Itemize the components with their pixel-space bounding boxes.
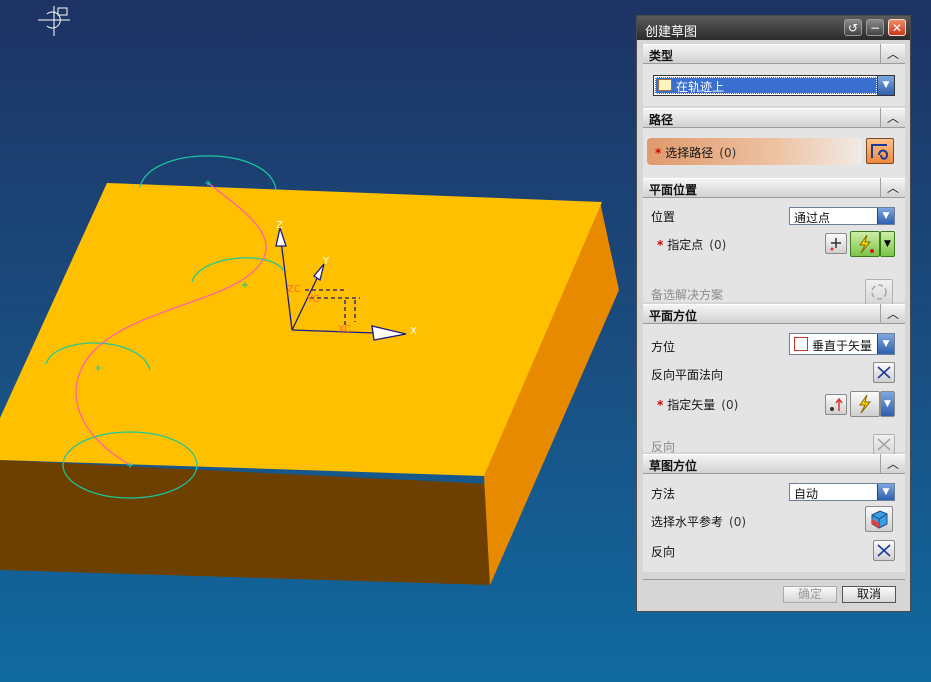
horizontal-ref-button[interactable] bbox=[865, 506, 893, 532]
reverse-vector-label: 反向 bbox=[651, 440, 676, 454]
create-sketch-dialog: 创建草图 ↺ − ✕ 类型 ︿ 在轨迹上 ▼ 路径 ︿ * 选择路径 (0) 平面位… bbox=[636, 15, 911, 612]
select-horizontal-ref-label: 选择水平参考 (0) bbox=[651, 515, 747, 529]
chevron-down-icon[interactable]: ▼ bbox=[877, 76, 894, 95]
reverse-normal-label: 反向平面法向 bbox=[651, 368, 724, 382]
y-axis-label: Y bbox=[322, 256, 330, 267]
normal-to-vector-icon bbox=[794, 337, 808, 351]
xc-axis-label: XC bbox=[338, 324, 351, 335]
collapse-icon[interactable]: ︿ bbox=[880, 304, 905, 324]
direction-label: 方位 bbox=[651, 340, 676, 354]
view-triad-icon bbox=[38, 6, 70, 36]
direction-dropdown[interactable]: 垂直于矢量 ▼ bbox=[789, 333, 895, 355]
dialog-titlebar: 创建草图 ↺ − ✕ bbox=[637, 16, 910, 40]
vector-type-dropdown[interactable]: ▼ bbox=[880, 391, 895, 417]
reverse-direction-icon bbox=[877, 366, 891, 379]
section-type-body: 在轨迹上 ▼ bbox=[643, 64, 905, 106]
reverse-direction-icon bbox=[877, 544, 891, 557]
collapse-icon[interactable]: ︿ bbox=[880, 454, 905, 474]
reverse-vector-button[interactable] bbox=[873, 434, 895, 455]
reverse-normal-button[interactable] bbox=[873, 362, 895, 383]
section-sketch-orientation-label: 草图方位 bbox=[649, 459, 698, 473]
direction-value: 垂直于矢量 bbox=[812, 339, 873, 353]
alternate-solution-button[interactable] bbox=[865, 279, 893, 305]
section-plane-position-header[interactable]: 平面位置 ︿ bbox=[643, 178, 905, 198]
section-type-header[interactable]: 类型 ︿ bbox=[643, 44, 905, 64]
minimize-button[interactable]: − bbox=[866, 19, 884, 36]
section-type-label: 类型 bbox=[649, 49, 674, 63]
block-front-face bbox=[0, 460, 490, 585]
section-plane-position-body: 位置 通过点 ▼ * 指定点 (0) ▼ 备选解决方案 bbox=[643, 198, 905, 305]
yc-axis-label: YC bbox=[306, 294, 320, 305]
select-path-label: * 选择路径 (0) bbox=[655, 146, 737, 160]
vector-constructor-icon bbox=[830, 397, 843, 411]
sketch-type-icon bbox=[658, 79, 672, 91]
position-dropdown[interactable]: 通过点 ▼ bbox=[789, 207, 895, 225]
ok-button[interactable]: 确定 bbox=[783, 586, 837, 603]
chevron-down-icon[interactable]: ▼ bbox=[877, 334, 894, 354]
inferred-point-button[interactable] bbox=[850, 231, 880, 257]
position-label: 位置 bbox=[651, 210, 676, 224]
collapse-icon[interactable]: ︿ bbox=[880, 178, 905, 198]
method-label: 方法 bbox=[651, 487, 676, 501]
zc-axis-label: ZC bbox=[287, 284, 301, 295]
reverse-sketch-label: 反向 bbox=[651, 545, 676, 559]
reverse-direction-icon bbox=[877, 438, 891, 451]
point-dialog-button[interactable] bbox=[825, 233, 847, 254]
specify-vector-label: * 指定矢量 (0) bbox=[657, 398, 739, 412]
section-sketch-orientation-header[interactable]: 草图方位 ︿ bbox=[643, 454, 905, 474]
inferred-vector-button[interactable] bbox=[850, 391, 880, 417]
specify-point-label: * 指定点 (0) bbox=[657, 238, 727, 252]
lightning-icon bbox=[859, 394, 872, 414]
dialog-title: 创建草图 bbox=[645, 25, 698, 40]
collapse-icon[interactable]: ︿ bbox=[880, 108, 905, 128]
section-sketch-orientation-body: 方法 自动 ▼ 选择水平参考 (0) 反向 bbox=[643, 474, 905, 572]
section-plane-orientation-label: 平面方位 bbox=[649, 309, 698, 323]
type-dropdown[interactable]: 在轨迹上 ▼ bbox=[653, 75, 895, 96]
lightning-icon bbox=[859, 234, 874, 254]
select-path-row[interactable]: * 选择路径 (0) bbox=[647, 138, 862, 165]
vector-dialog-button[interactable] bbox=[825, 394, 847, 415]
cycle-icon bbox=[871, 284, 887, 300]
type-value: 在轨迹上 bbox=[676, 80, 725, 94]
method-value: 自动 bbox=[794, 487, 819, 501]
point-type-dropdown[interactable]: ▼ bbox=[880, 231, 895, 257]
collapse-icon[interactable]: ︿ bbox=[880, 44, 905, 64]
reverse-sketch-button[interactable] bbox=[873, 540, 895, 561]
dialog-footer: 确定 取消 bbox=[643, 579, 905, 608]
reset-button[interactable]: ↺ bbox=[844, 19, 862, 36]
method-dropdown[interactable]: 自动 ▼ bbox=[789, 483, 895, 501]
section-path-header[interactable]: 路径 ︿ bbox=[643, 108, 905, 128]
section-plane-orientation-header[interactable]: 平面方位 ︿ bbox=[643, 304, 905, 324]
close-button[interactable]: ✕ bbox=[888, 19, 906, 36]
select-curve-button[interactable] bbox=[866, 138, 894, 164]
curve-select-icon bbox=[871, 144, 889, 160]
chevron-down-icon[interactable]: ▼ bbox=[877, 484, 894, 500]
face-select-icon bbox=[871, 510, 888, 529]
section-path-label: 路径 bbox=[649, 113, 674, 127]
alternate-solution-label: 备选解决方案 bbox=[651, 288, 724, 302]
z-axis-label: Z bbox=[276, 220, 283, 231]
section-plane-orientation-body: 方位 垂直于矢量 ▼ 反向平面法向 * 指定矢量 (0) ▼ 反向 bbox=[643, 324, 905, 455]
chevron-down-icon[interactable]: ▼ bbox=[877, 208, 894, 224]
point-constructor-icon bbox=[830, 238, 841, 251]
position-value: 通过点 bbox=[794, 211, 831, 225]
section-plane-position-label: 平面位置 bbox=[649, 183, 698, 197]
x-axis-label: X bbox=[410, 326, 417, 337]
cancel-button[interactable]: 取消 bbox=[842, 586, 896, 603]
